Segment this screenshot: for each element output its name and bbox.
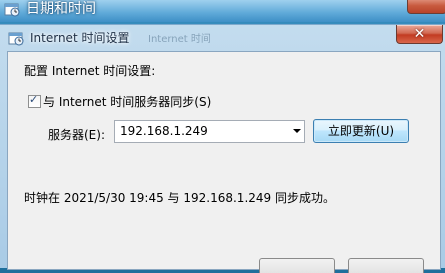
cancel-button[interactable]: [348, 258, 424, 273]
dialog-title: Internet 时间设置: [30, 31, 130, 45]
close-icon: ✕: [413, 26, 426, 42]
calendar-clock-icon: [8, 32, 24, 46]
date-time-close-button[interactable]: [407, 0, 445, 14]
server-label: 服务器(E):: [48, 128, 105, 142]
sync-checkbox-label[interactable]: 与 Internet 时间服务器同步(S): [43, 93, 211, 110]
checkmark-icon: ✓: [29, 93, 39, 106]
internet-time-dialog: Internet 时间设置 Internet 时间 ✕ 配置 Internet …: [0, 24, 445, 273]
server-value[interactable]: 192.168.1.249: [120, 124, 208, 138]
sync-status-text: 时钟在 2021/5/30 19:45 与 192.168.1.249 同步成功…: [24, 191, 335, 205]
chevron-down-icon[interactable]: [293, 129, 301, 133]
settings-heading: 配置 Internet 时间设置:: [24, 64, 156, 78]
date-time-title: 日期和时间: [26, 1, 96, 17]
server-combobox[interactable]: 192.168.1.249: [114, 120, 305, 143]
calendar-clock-icon: [4, 3, 20, 17]
date-time-titlebar[interactable]: 日期和时间: [0, 0, 445, 22]
ok-button[interactable]: [259, 258, 335, 273]
dialog-close-button[interactable]: ✕: [396, 25, 443, 44]
dialog-title-reflection: Internet 时间: [148, 34, 211, 45]
dialog-titlebar[interactable]: Internet 时间设置 Internet 时间 ✕: [0, 25, 445, 49]
dialog-content: 配置 Internet 时间设置: ✓ 与 Internet 时间服务器同步(S…: [7, 51, 441, 273]
update-now-button[interactable]: 立即更新(U): [313, 119, 409, 143]
sync-checkbox[interactable]: ✓: [28, 93, 41, 108]
